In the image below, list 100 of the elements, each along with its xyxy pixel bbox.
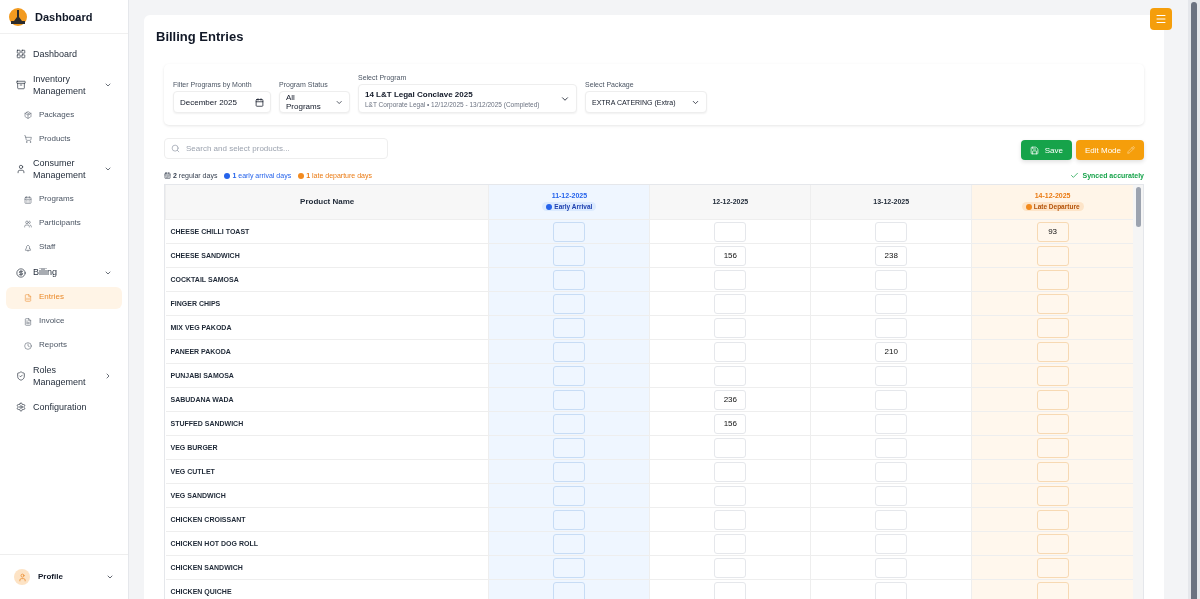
quantity-input[interactable]: 156 bbox=[714, 245, 747, 266]
quantity-input[interactable] bbox=[714, 485, 747, 506]
quantity-input[interactable] bbox=[714, 221, 747, 242]
quantity-input[interactable] bbox=[875, 461, 908, 482]
quantity-input[interactable] bbox=[875, 389, 908, 410]
quantity-input[interactable] bbox=[875, 485, 908, 506]
quantity-input[interactable] bbox=[714, 437, 747, 458]
quantity-input[interactable] bbox=[553, 461, 586, 482]
quantity-input[interactable] bbox=[553, 317, 586, 338]
quantity-input[interactable] bbox=[1036, 485, 1069, 506]
sidebar-item[interactable]: Configuration bbox=[6, 394, 122, 419]
quantity-input[interactable] bbox=[1036, 533, 1069, 554]
save-icon bbox=[1029, 145, 1039, 155]
dot-icon bbox=[546, 203, 553, 210]
quantity-input[interactable] bbox=[714, 509, 747, 530]
quantity-input[interactable] bbox=[553, 485, 586, 506]
quantity-input[interactable] bbox=[553, 509, 586, 530]
quantity-input[interactable] bbox=[1036, 557, 1069, 578]
column-header: Product Name bbox=[165, 185, 489, 219]
quantity-input[interactable] bbox=[875, 582, 908, 599]
chevron-icon bbox=[104, 371, 112, 380]
quantity-input[interactable]: 93 bbox=[1036, 221, 1069, 242]
quantity-input[interactable]: 156 bbox=[714, 413, 747, 434]
quantity-input[interactable] bbox=[1036, 317, 1069, 338]
quantity-input[interactable] bbox=[875, 413, 908, 434]
nav-icon bbox=[24, 243, 32, 252]
quantity-input[interactable] bbox=[875, 509, 908, 530]
quantity-input[interactable] bbox=[553, 293, 586, 314]
quantity-input[interactable] bbox=[714, 461, 747, 482]
menu-button[interactable] bbox=[1150, 8, 1172, 30]
quantity-input[interactable] bbox=[553, 245, 586, 266]
nav-icon bbox=[24, 135, 32, 144]
quantity-input[interactable] bbox=[1036, 413, 1069, 434]
nav-icon bbox=[24, 341, 32, 350]
sidebar-subitem[interactable]: Staff bbox=[6, 236, 122, 259]
sidebar-item[interactable]: Billing bbox=[6, 260, 122, 285]
quantity-input[interactable] bbox=[1036, 269, 1069, 290]
nav-icon bbox=[16, 370, 26, 381]
quantity-input[interactable] bbox=[714, 341, 747, 362]
select-field[interactable]: All Programs bbox=[279, 91, 350, 113]
scrollbar[interactable] bbox=[1133, 185, 1143, 599]
month-field[interactable]: December 2025 bbox=[173, 91, 271, 113]
search-field[interactable]: Search and select products... bbox=[164, 138, 388, 159]
quantity-input[interactable] bbox=[553, 557, 586, 578]
profile-menu[interactable]: Profile bbox=[0, 554, 128, 599]
nav-icon bbox=[24, 111, 32, 120]
quantity-input[interactable] bbox=[1036, 582, 1069, 599]
quantity-input[interactable] bbox=[553, 269, 586, 290]
nav-icon bbox=[16, 80, 26, 91]
quantity-input[interactable] bbox=[1036, 509, 1069, 530]
quantity-input[interactable] bbox=[875, 317, 908, 338]
check-icon bbox=[1069, 171, 1079, 180]
brand-title: Dashboard bbox=[35, 10, 93, 23]
nav-icon bbox=[24, 195, 32, 204]
quantity-input[interactable] bbox=[553, 389, 586, 410]
quantity-input[interactable] bbox=[553, 341, 586, 362]
quantity-input[interactable] bbox=[875, 221, 908, 242]
quantity-input[interactable] bbox=[714, 269, 747, 290]
quantity-input[interactable] bbox=[714, 293, 747, 314]
quantity-input[interactable] bbox=[714, 557, 747, 578]
sidebar-item[interactable]: Dashboard bbox=[6, 42, 122, 66]
nav-icon bbox=[24, 317, 32, 326]
quantity-input[interactable] bbox=[875, 557, 908, 578]
quantity-input[interactable] bbox=[553, 413, 586, 434]
quantity-input[interactable] bbox=[553, 221, 586, 242]
quantity-input[interactable] bbox=[1036, 245, 1069, 266]
quantity-input[interactable] bbox=[875, 533, 908, 554]
quantity-input[interactable] bbox=[553, 437, 586, 458]
quantity-input[interactable]: 238 bbox=[875, 245, 908, 266]
quantity-input[interactable] bbox=[1036, 341, 1069, 362]
sidebar-subitem[interactable]: Reports bbox=[6, 334, 122, 357]
sidebar-subitem[interactable]: Packages bbox=[6, 104, 122, 127]
quantity-input[interactable] bbox=[714, 582, 747, 599]
quantity-input[interactable] bbox=[1036, 437, 1069, 458]
quantity-input[interactable] bbox=[875, 269, 908, 290]
quantity-input[interactable]: 210 bbox=[875, 341, 908, 362]
sidebar-subitem[interactable]: Invoice bbox=[6, 310, 122, 333]
sidebar-item[interactable]: Inventory Management bbox=[6, 68, 122, 103]
quantity-input[interactable] bbox=[553, 533, 586, 554]
quantity-input[interactable] bbox=[1036, 461, 1069, 482]
quantity-input[interactable] bbox=[553, 365, 586, 386]
quantity-input[interactable] bbox=[714, 317, 747, 338]
sidebar-subitem[interactable]: Participants bbox=[6, 212, 122, 235]
quantity-input[interactable] bbox=[875, 437, 908, 458]
quantity-input[interactable] bbox=[1036, 365, 1069, 386]
quantity-input[interactable]: 236 bbox=[714, 389, 747, 410]
sidebar-item[interactable]: Roles Management bbox=[6, 358, 122, 393]
quantity-input[interactable] bbox=[1036, 389, 1069, 410]
quantity-input[interactable] bbox=[714, 365, 747, 386]
quantity-input[interactable] bbox=[714, 533, 747, 554]
quantity-input[interactable] bbox=[553, 582, 586, 599]
menu-icon bbox=[1155, 13, 1167, 25]
quantity-input[interactable] bbox=[1036, 293, 1069, 314]
quantity-input[interactable] bbox=[875, 365, 908, 386]
sidebar-item[interactable]: Consumer Management bbox=[6, 152, 122, 187]
page-scrollbar[interactable] bbox=[1188, 0, 1200, 599]
dot-icon bbox=[1025, 203, 1032, 210]
sidebar-subitem[interactable]: Programs bbox=[6, 188, 122, 211]
sidebar-subitem[interactable]: Products bbox=[6, 128, 122, 151]
quantity-input[interactable] bbox=[875, 293, 908, 314]
